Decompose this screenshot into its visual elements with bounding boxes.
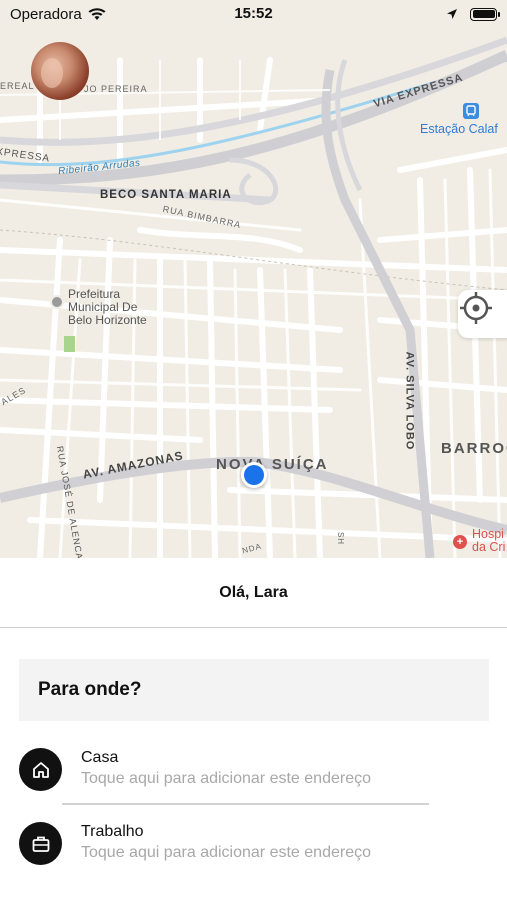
map-label-nova-suica: NOVA SUÍÇA <box>216 456 329 473</box>
carrier-label: Operadora <box>10 5 82 23</box>
crosshair-icon <box>460 292 492 324</box>
map-label-beco-santa-maria: BECO SANTA MARIA <box>100 189 232 201</box>
park-area <box>64 336 75 352</box>
map-label-street: JO PEREIRA <box>84 84 148 94</box>
where-to-search-button[interactable]: Para onde? <box>19 659 489 721</box>
metro-station-icon[interactable] <box>463 103 479 119</box>
briefcase-icon <box>19 822 62 865</box>
poi-marker-icon[interactable] <box>50 295 64 309</box>
map-label-prefeitura: Prefeitura Municipal De Belo Horizonte <box>68 287 147 327</box>
user-location-icon <box>241 462 267 488</box>
saved-place-work[interactable]: Trabalho Toque aqui para adicionar este … <box>19 814 489 874</box>
saved-place-subtitle: Toque aqui para adicionar este endereço <box>81 844 371 861</box>
map-label-estacao: Estação Calaf <box>420 122 498 136</box>
where-to-label: Para onde? <box>38 679 142 700</box>
saved-place-subtitle: Toque aqui para adicionar este endereço <box>81 770 371 787</box>
wifi-icon <box>88 7 106 20</box>
map-label-av-silva-lobo: AV. SILVA LOBO <box>403 351 416 451</box>
saved-place-home[interactable]: Casa Toque aqui para adicionar este ende… <box>19 740 489 800</box>
map-label-street: EREAL <box>0 81 35 91</box>
saved-place-title: Trabalho <box>81 823 144 840</box>
hospital-icon[interactable]: + <box>453 535 467 549</box>
map-label-hospital: Hospi da Cri <box>472 527 506 554</box>
greeting-text: Olá, Lara <box>0 558 507 628</box>
profile-avatar[interactable] <box>31 42 89 100</box>
location-arrow-icon <box>447 9 457 19</box>
battery-icon <box>470 7 500 21</box>
map-label-barroca: BARROC <box>441 440 507 457</box>
map-label-street: SH <box>336 531 346 546</box>
home-icon <box>19 748 62 791</box>
recenter-location-button[interactable] <box>458 290 507 338</box>
saved-place-title: Casa <box>81 749 119 766</box>
divider <box>62 803 429 805</box>
status-bar: Operadora <box>0 0 507 28</box>
